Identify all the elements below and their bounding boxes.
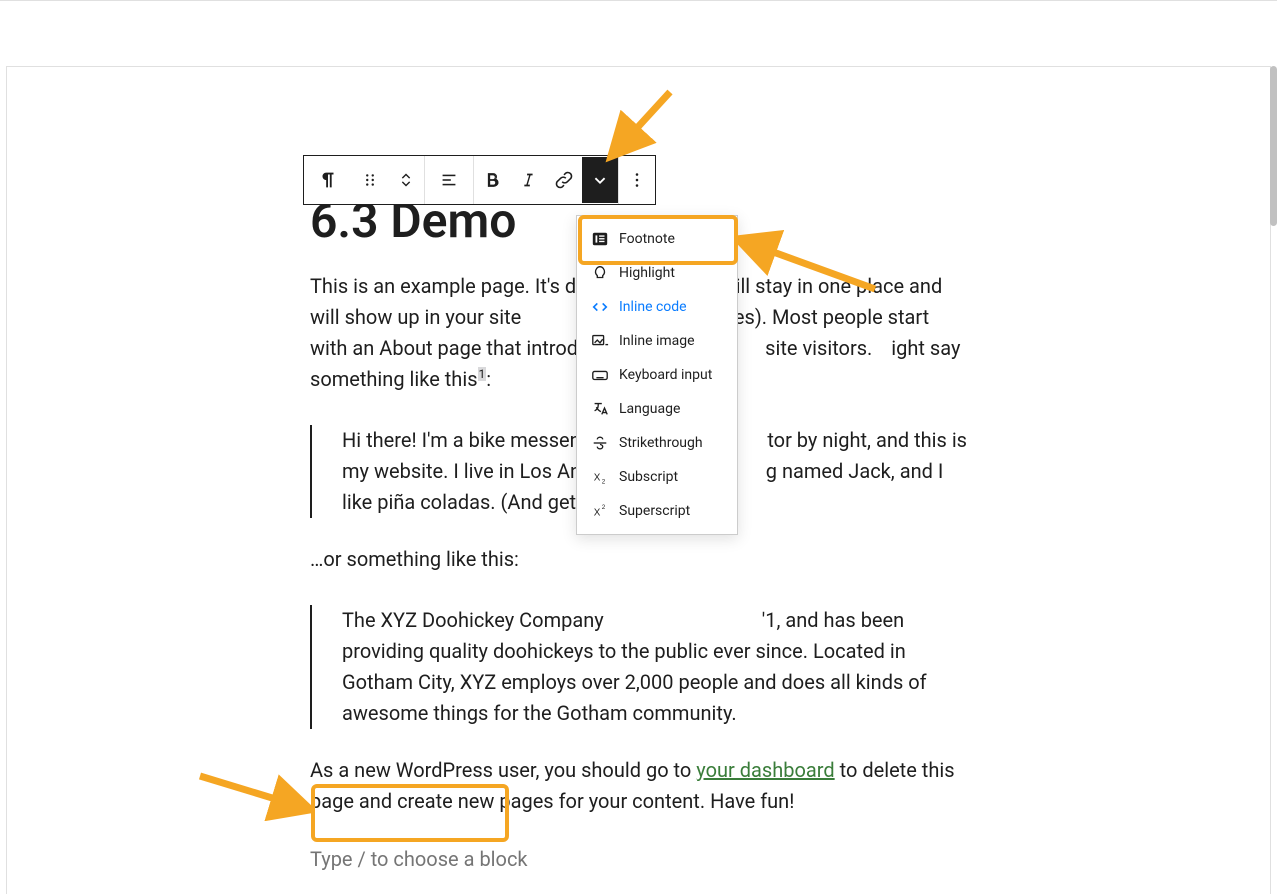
dropdown-strikethrough[interactable]: Strikethrough bbox=[577, 426, 737, 460]
language-icon bbox=[591, 400, 609, 418]
dashboard-link[interactable]: your dashboard bbox=[696, 758, 834, 782]
text: This is an example page. It's differ bbox=[310, 274, 613, 298]
subscript-icon: X2 bbox=[591, 468, 609, 486]
superscript-icon: X2 bbox=[591, 502, 609, 520]
more-rich-text-button[interactable] bbox=[582, 157, 618, 203]
svg-text:2: 2 bbox=[602, 504, 606, 511]
italic-button[interactable] bbox=[510, 157, 546, 203]
scrollbar[interactable] bbox=[1270, 66, 1277, 226]
label: Language bbox=[619, 401, 680, 417]
label: Subscript bbox=[619, 469, 678, 485]
highlight-icon bbox=[591, 264, 609, 282]
text: The XYZ Doohickey Company bbox=[342, 608, 604, 632]
label: Footnote bbox=[619, 231, 675, 247]
paragraph-block-icon[interactable] bbox=[304, 157, 352, 203]
align-button[interactable] bbox=[425, 157, 473, 203]
text: As a new WordPress user, you should go t… bbox=[310, 758, 696, 782]
label: Keyboard input bbox=[619, 367, 712, 383]
label: Inline image bbox=[619, 333, 695, 349]
svg-text:X: X bbox=[594, 473, 601, 484]
footnote-ref[interactable]: 1 bbox=[478, 367, 487, 381]
blockquote-2[interactable]: The XYZ Doohickey Company'1, and has bee… bbox=[310, 605, 970, 729]
svg-text:2: 2 bbox=[602, 478, 606, 485]
label: Highlight bbox=[619, 265, 675, 281]
keyboard-icon bbox=[591, 366, 609, 384]
options-button[interactable] bbox=[619, 157, 655, 203]
move-handles-icon[interactable] bbox=[388, 157, 424, 203]
bold-button[interactable] bbox=[474, 157, 510, 203]
dropdown-subscript[interactable]: X2 Subscript bbox=[577, 460, 737, 494]
dropdown-footnote[interactable]: Footnote bbox=[577, 222, 737, 256]
dropdown-highlight[interactable]: Highlight bbox=[577, 256, 737, 290]
text: Hi there! I'm a bike messenger bbox=[342, 428, 609, 452]
dropdown-keyboard-input[interactable]: Keyboard input bbox=[577, 358, 737, 392]
paragraph-last[interactable]: As a new WordPress user, you should go t… bbox=[310, 755, 970, 817]
link-button[interactable] bbox=[546, 157, 582, 203]
label: Inline code bbox=[619, 299, 687, 315]
block-placeholder[interactable]: Type / to choose a block bbox=[310, 847, 970, 871]
image-icon bbox=[591, 332, 609, 350]
label: Strikethrough bbox=[619, 435, 703, 451]
text: site visitors. bbox=[765, 336, 872, 360]
dropdown-superscript[interactable]: X2 Superscript bbox=[577, 494, 737, 528]
code-icon bbox=[591, 298, 609, 316]
dropdown-language[interactable]: Language bbox=[577, 392, 737, 426]
paragraph-mid[interactable]: …or something like this: bbox=[310, 544, 970, 575]
text: : bbox=[486, 367, 491, 391]
drag-handle-icon[interactable] bbox=[352, 157, 388, 203]
footnote-icon bbox=[591, 230, 609, 248]
dropdown-inline-code[interactable]: Inline code bbox=[577, 290, 737, 324]
block-toolbar bbox=[303, 155, 656, 205]
label: Superscript bbox=[619, 503, 690, 519]
strikethrough-icon bbox=[591, 434, 609, 452]
dropdown-inline-image[interactable]: Inline image bbox=[577, 324, 737, 358]
rich-text-dropdown: Footnote Highlight Inline code Inline im… bbox=[576, 215, 738, 535]
svg-text:X: X bbox=[594, 508, 601, 519]
